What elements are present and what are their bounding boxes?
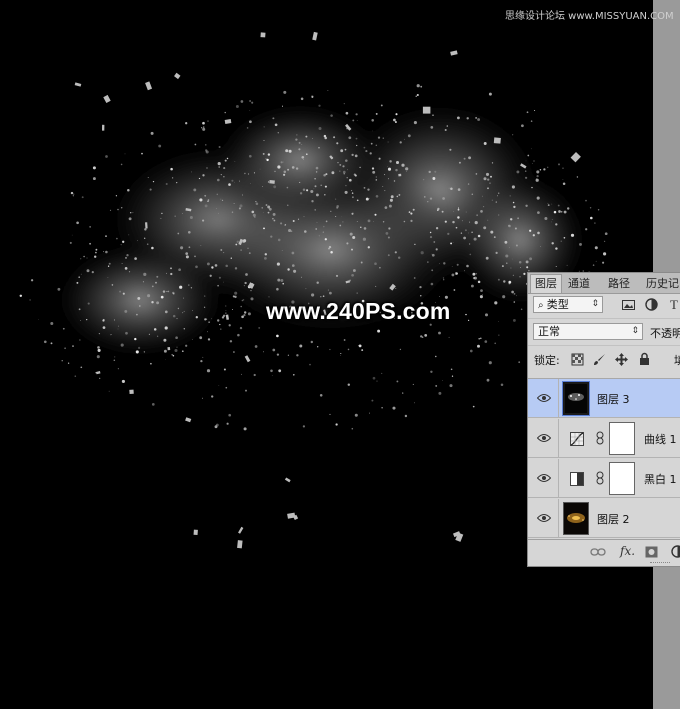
gold-dust-thumbnail-icon [567, 513, 585, 523]
adjustment-icon[interactable] [671, 545, 680, 558]
watermark-center: www.240PS.com [266, 298, 451, 324]
resize-grip[interactable] [650, 562, 670, 565]
fx-icon[interactable]: fx. [620, 544, 635, 558]
eye-icon[interactable] [537, 473, 551, 483]
layer-row-layer2[interactable]: 图层 2 [528, 499, 680, 538]
blend-mode-value: 正常 [538, 325, 560, 338]
eye-icon[interactable] [537, 393, 551, 403]
row-separator [558, 419, 559, 457]
tab-history[interactable]: 历史记 [642, 275, 680, 293]
layer-row-bw1[interactable]: 黑白 1 [528, 459, 680, 498]
lock-label: 锁定: [534, 354, 560, 367]
filter-kind-select[interactable]: ⌕ 类型 ⇕ [533, 296, 603, 313]
layer-thumbnail [563, 502, 589, 535]
eye-icon[interactable] [537, 433, 551, 443]
lock-all-icon[interactable] [638, 352, 651, 365]
layers-panel: 图层 通道 路径 历史记 ⌕ 类型 ⇕ T 正常 ⇕ 不透明 锁定: 填 [527, 272, 680, 567]
tab-paths[interactable]: 路径 [604, 275, 634, 293]
image-filter-icon[interactable] [622, 298, 635, 311]
lock-transparent-icon[interactable] [571, 353, 584, 366]
layer-thumbnail [562, 381, 590, 416]
watermark-top: 思缘设计论坛 www.MISSYUAN.COM [505, 11, 674, 22]
curves-adjustment-icon [570, 432, 584, 446]
lock-move-icon[interactable] [615, 353, 628, 366]
search-icon: ⌕ [538, 300, 547, 311]
updown-arrow-icon: ⇕ [631, 326, 639, 336]
layer-name: 图层 3 [597, 393, 630, 406]
layers-list: 图层 3 曲线 1 黑白 1 图层 2 [528, 378, 680, 538]
lock-brush-icon[interactable] [593, 353, 606, 366]
lock-row: 锁定: 填 [528, 345, 680, 372]
fill-label: 填 [674, 352, 680, 368]
mask-icon[interactable] [645, 546, 658, 558]
layer-name: 曲线 1 [644, 433, 677, 446]
adjustment-filter-icon[interactable] [645, 298, 658, 311]
panel-bottom-bar: fx. [528, 539, 680, 566]
blend-row: 正常 ⇕ 不透明 [528, 318, 680, 343]
opacity-label: 不透明 [650, 327, 680, 340]
tab-channels[interactable]: 通道 [564, 275, 594, 293]
filter-kind-label: 类型 [546, 298, 569, 311]
mask-thumbnail [609, 462, 635, 495]
layer-row-layer3[interactable]: 图层 3 [528, 379, 680, 418]
panel-tabs: 图层 通道 路径 历史记 [528, 273, 680, 294]
layer-name: 黑白 1 [644, 473, 677, 486]
eye-icon[interactable] [537, 513, 551, 523]
updown-arrow-icon: ⇕ [591, 299, 599, 309]
layer-name: 图层 2 [597, 513, 630, 526]
tab-layers[interactable]: 图层 [530, 274, 562, 293]
dust-thumbnail-icon [568, 393, 584, 401]
black-white-adjustment-icon [570, 472, 584, 486]
chain-link-icon[interactable] [596, 471, 604, 485]
layer-row-curves1[interactable]: 曲线 1 [528, 419, 680, 458]
mask-thumbnail [609, 422, 635, 455]
row-separator [558, 499, 559, 537]
row-separator [558, 459, 559, 497]
filter-row: ⌕ 类型 ⇕ T [528, 294, 680, 316]
row-separator [558, 379, 559, 417]
link-icon[interactable] [590, 547, 606, 557]
chain-link-icon[interactable] [596, 431, 604, 445]
blend-mode-select[interactable]: 正常 ⇕ [533, 323, 643, 340]
type-filter-icon[interactable]: T [670, 297, 678, 313]
